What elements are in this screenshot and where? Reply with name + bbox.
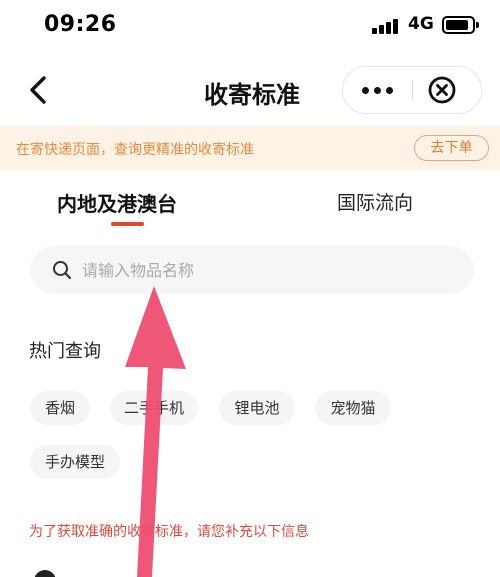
search-bar[interactable]	[30, 246, 474, 294]
tab-mainland-hk-macao-taiwan[interactable]: 内地及港澳台	[57, 188, 177, 217]
close-button[interactable]	[427, 75, 457, 105]
app-screen: 09:26 4G 收寄标准 在寄快递页面，查询更精准的收寄标准 去下单 内地及港…	[0, 0, 500, 577]
hot-query-chip[interactable]: 宠物猫	[315, 391, 391, 425]
hot-queries-title: 热门查询	[29, 341, 101, 362]
network-label: 4G	[408, 14, 434, 34]
option-radio-icon[interactable]	[34, 570, 56, 577]
search-icon	[53, 261, 72, 280]
page-title-text: 收寄标准	[204, 81, 300, 109]
hot-query-chip[interactable]: 香烟	[30, 391, 90, 425]
mini-program-capsule	[342, 66, 482, 114]
region-tabs: 内地及港澳台 国际流向	[0, 180, 500, 232]
info-notice: 为了获取准确的收寄标准，请您补充以下信息	[29, 524, 309, 540]
circle-close-icon	[428, 76, 456, 104]
tab-international[interactable]: 国际流向	[337, 188, 413, 215]
next-section-peek	[30, 567, 470, 577]
hot-query-chip[interactable]: 二手手机	[110, 391, 198, 425]
status-time: 09:26	[44, 12, 117, 37]
banner-text: 在寄快递页面，查询更精准的收寄标准	[16, 142, 254, 158]
active-tab-indicator	[111, 222, 144, 226]
signal-bars-icon	[372, 18, 400, 34]
navigation-bar: 收寄标准	[0, 56, 500, 124]
hot-query-chip[interactable]: 锂电池	[219, 391, 295, 425]
more-dots-icon	[361, 86, 369, 94]
status-bar: 09:26 4G	[0, 0, 500, 52]
search-input[interactable]	[82, 246, 452, 294]
capsule-divider	[412, 80, 413, 100]
place-order-button[interactable]: 去下单	[414, 135, 489, 161]
promo-banner: 在寄快递页面，查询更精准的收寄标准 去下单	[0, 126, 500, 170]
more-button[interactable]	[343, 67, 411, 113]
hot-query-chip[interactable]: 手办模型	[30, 445, 120, 479]
battery-icon	[442, 16, 479, 34]
